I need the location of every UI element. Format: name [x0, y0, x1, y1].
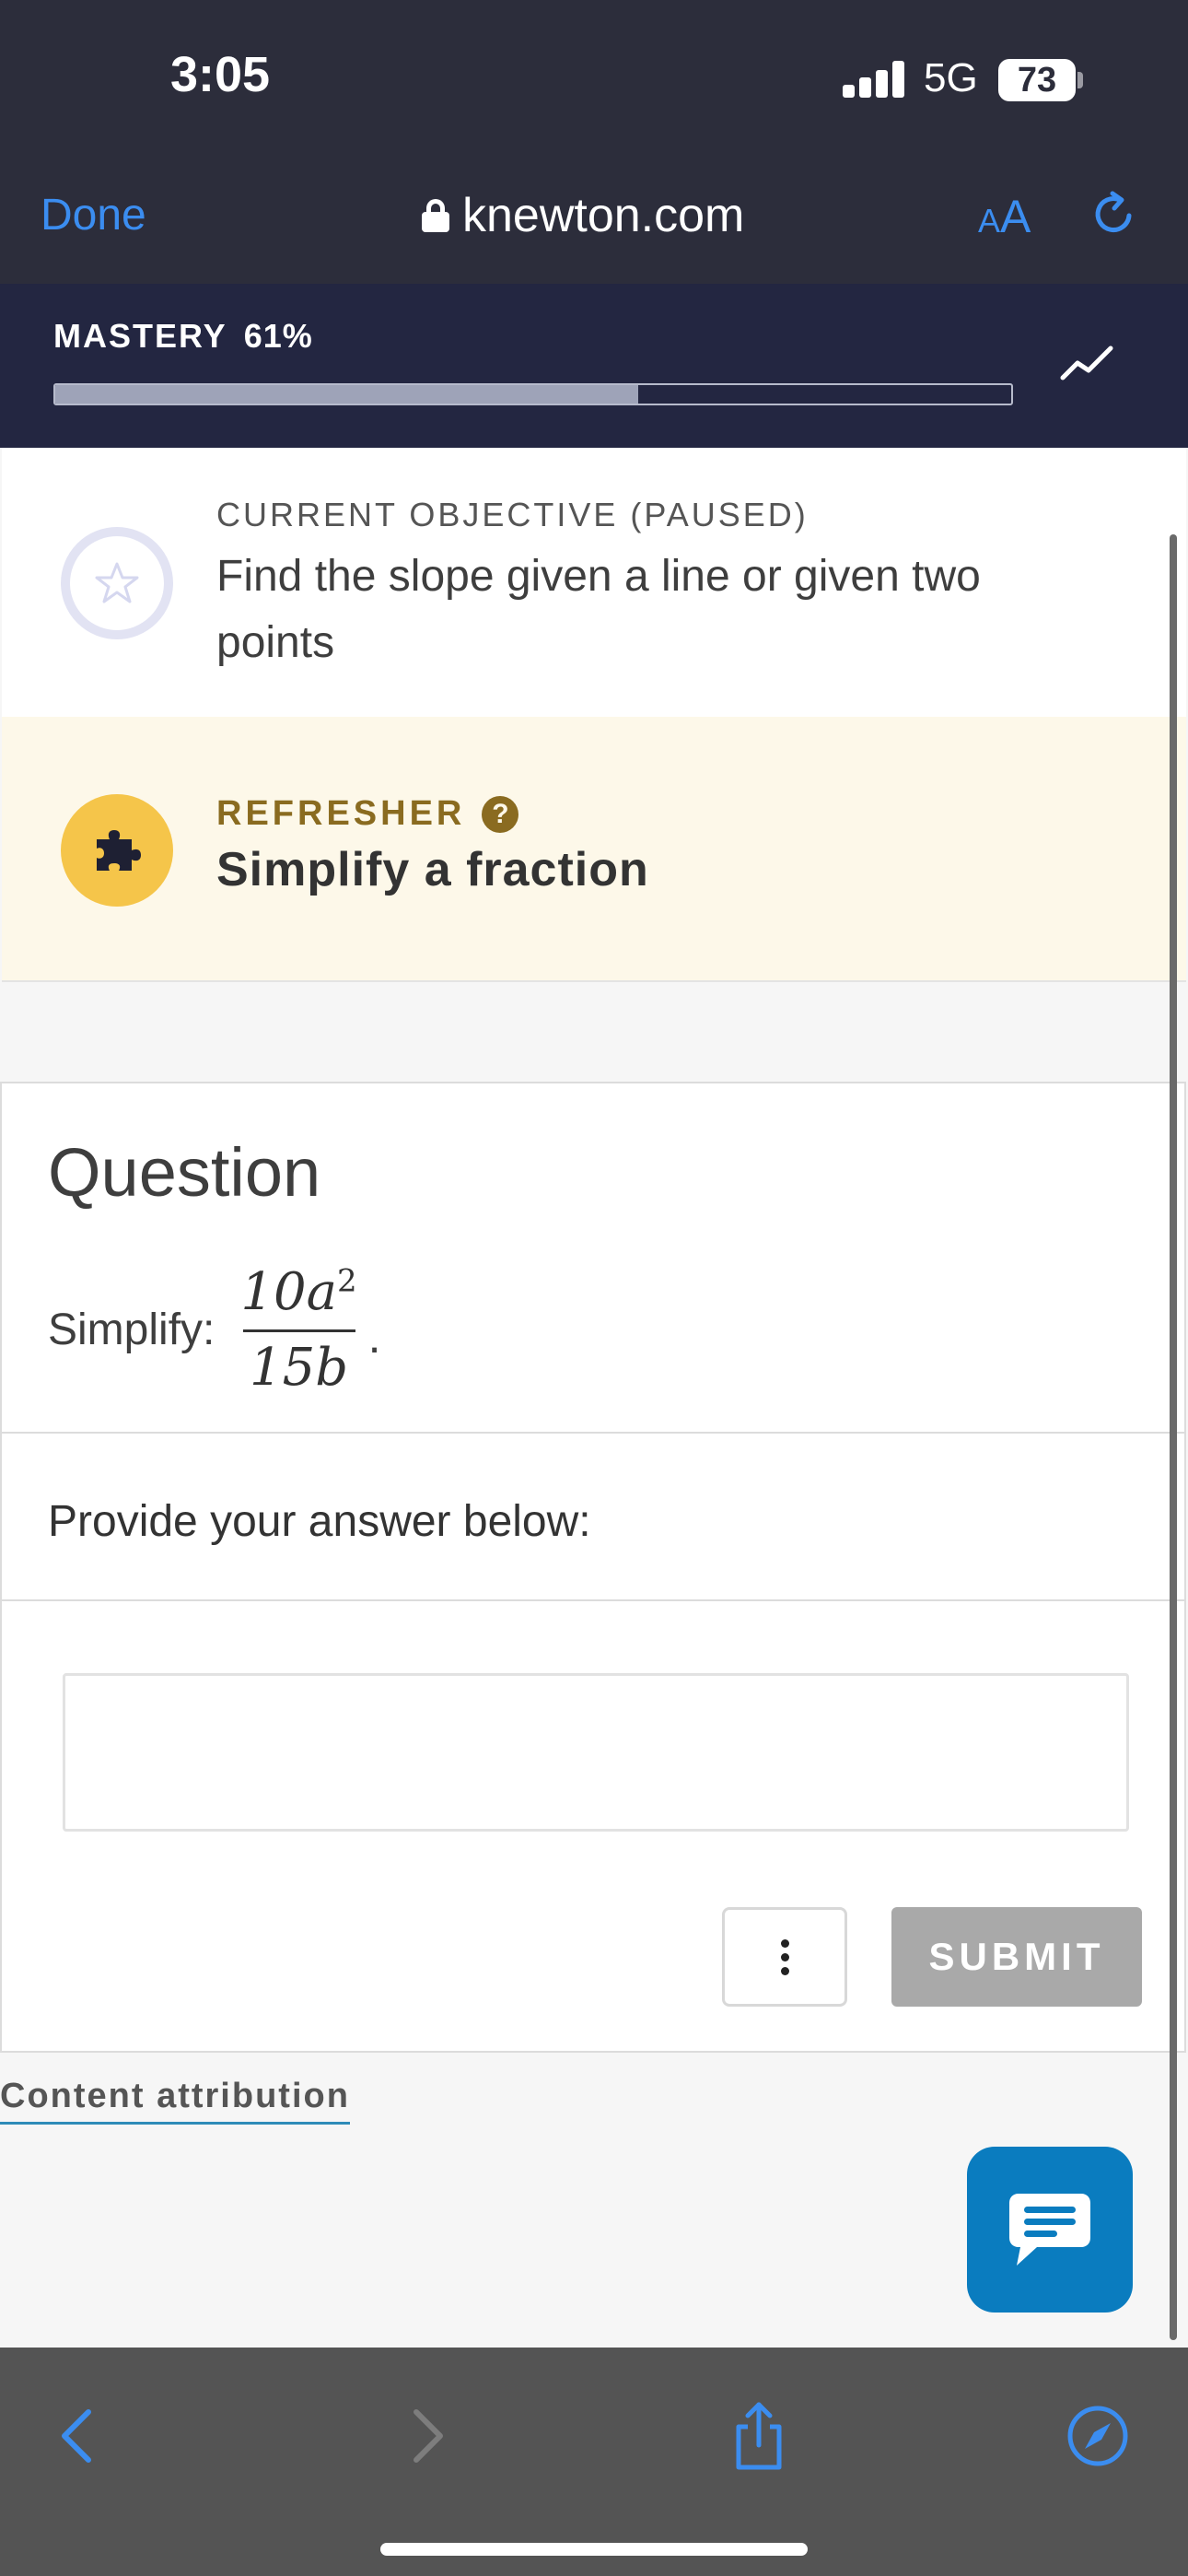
refresher-card[interactable]: REFRESHER ? Simplify a fraction: [2, 717, 1186, 982]
battery-level: 73: [1017, 61, 1057, 100]
refresher-caption: REFRESHER: [216, 794, 466, 833]
browser-toolbar: [0, 2348, 1188, 2576]
submit-button[interactable]: SUBMIT: [891, 1907, 1142, 2007]
network-type: 5G: [924, 55, 978, 100]
lock-icon: [422, 199, 449, 232]
question-heading: Question: [48, 1134, 321, 1211]
mastery-progress-bar: [53, 383, 1013, 405]
objective-title: Find the slope given a line or given two…: [216, 552, 981, 667]
numerator-text: 10a: [240, 1262, 338, 1322]
numerator-exponent: 2: [337, 1262, 357, 1300]
trend-chart-icon[interactable]: [1059, 341, 1114, 383]
battery-icon: 73: [998, 59, 1076, 101]
content-attribution-link[interactable]: Content attribution: [0, 2077, 350, 2125]
fraction-denominator: 15b: [249, 1338, 349, 1398]
more-options-button[interactable]: [722, 1907, 847, 2007]
fraction-expression: 10a2 15b: [235, 1262, 362, 1398]
question-prompt: Simplify: 10a2 15b .: [48, 1262, 381, 1398]
mastery-panel: MASTERY 61%: [0, 284, 1188, 448]
star-icon: [95, 562, 139, 603]
divider: [2, 1599, 1186, 1601]
answer-instructions: Provide your answer below:: [48, 1497, 591, 1546]
current-objective-card: CURRENT OBJECTIVE (PAUSED) Find the slop…: [2, 448, 1186, 717]
chat-icon: [1009, 2194, 1090, 2266]
mastery-percent: 61%: [243, 317, 313, 355]
more-vertical-icon: [780, 1938, 789, 1948]
battery-tip: [1077, 72, 1083, 88]
url-text: knewton.com: [462, 189, 745, 242]
share-icon[interactable]: [722, 2399, 796, 2473]
address-bar[interactable]: knewton.com: [422, 188, 744, 243]
reload-icon[interactable]: [1089, 188, 1140, 240]
home-indicator[interactable]: [380, 2543, 808, 2556]
prompt-label: Simplify:: [48, 1306, 215, 1354]
back-chevron-icon[interactable]: [42, 2399, 116, 2473]
objective-badge: [61, 527, 173, 639]
status-time: 3:05: [170, 47, 271, 102]
help-icon[interactable]: ?: [482, 795, 519, 833]
forward-chevron-icon[interactable]: [389, 2399, 462, 2473]
compass-icon[interactable]: [1061, 2399, 1135, 2473]
mastery-label: MASTERY: [53, 317, 227, 355]
fraction-numerator: 10a2: [235, 1262, 362, 1329]
signal-strength-icon: [843, 61, 905, 98]
text-size-small: A: [978, 202, 1001, 240]
prompt-period: .: [367, 1310, 381, 1363]
done-button[interactable]: Done: [41, 190, 146, 240]
mastery-progress-fill: [55, 385, 639, 404]
browser-header: 3:05 5G 73 Done knewton.com AA: [0, 0, 1188, 284]
text-size-button[interactable]: AA: [978, 190, 1031, 243]
answer-input[interactable]: [63, 1673, 1129, 1832]
divider: [2, 1432, 1186, 1434]
puzzle-icon: [97, 830, 141, 871]
scrollbar[interactable]: [1170, 534, 1177, 2340]
chat-button[interactable]: [967, 2147, 1133, 2313]
refresher-badge: [61, 794, 173, 907]
question-card: Question Simplify: 10a2 15b . Provide yo…: [0, 1082, 1186, 2053]
refresher-title: Simplify a fraction: [216, 843, 649, 896]
objective-caption: CURRENT OBJECTIVE (PAUSED): [216, 496, 809, 533]
text-size-large: A: [1000, 191, 1031, 242]
